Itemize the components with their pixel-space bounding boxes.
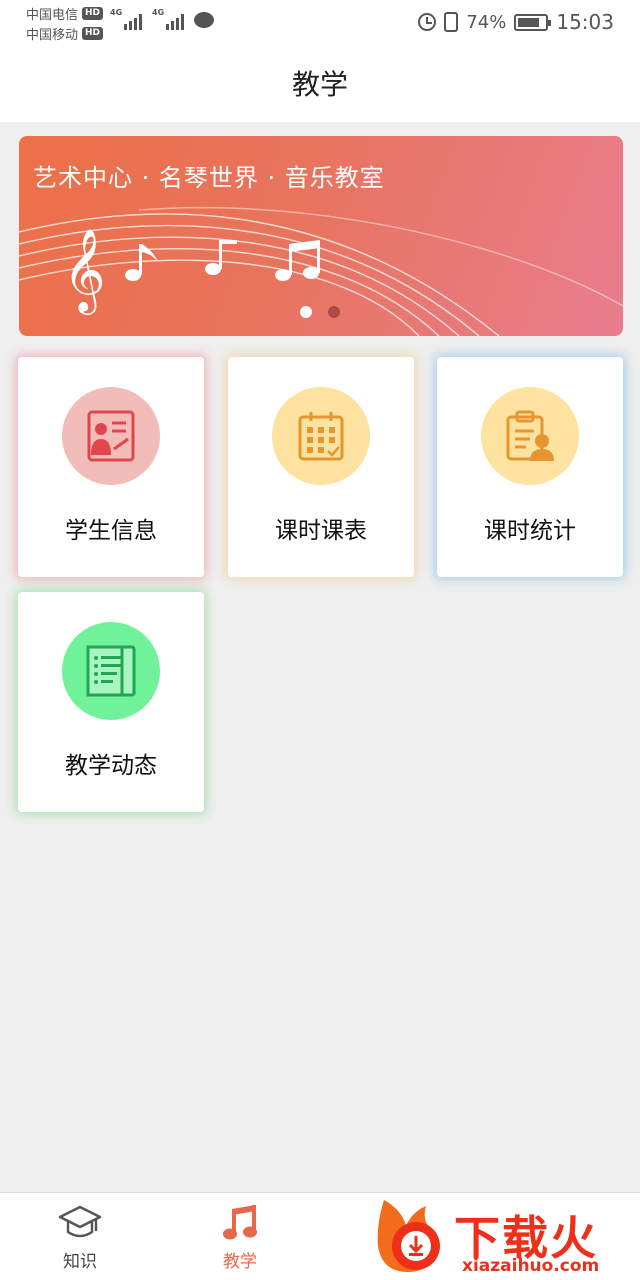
class-schedule-card[interactable]: 课时课表 — [228, 357, 414, 577]
nav-label-teaching: 教学 — [223, 1252, 257, 1272]
signal-2-icon: 4G — [152, 8, 184, 30]
carrier-1: 中国电信 — [26, 7, 79, 23]
flame-logo-icon — [377, 1200, 440, 1272]
student-info-label: 学生信息 — [65, 518, 157, 544]
watermark-url: xiazaihuo.com — [462, 1256, 600, 1276]
chat-notification-icon — [194, 12, 214, 28]
teaching-news-icon-circle — [62, 622, 160, 720]
student-info-card[interactable]: 学生信息 — [18, 357, 204, 577]
graduation-cap-icon — [58, 1203, 102, 1243]
hd-badge-2: HD — [82, 26, 104, 40]
student-info-icon-circle — [62, 387, 160, 485]
teaching-news-card[interactable]: 教学动态 — [18, 592, 204, 812]
calendar-icon — [298, 412, 344, 461]
status-right: 74% 15:03 — [418, 8, 614, 36]
banner-text: 艺术中心 · 名琴世界 · 音乐教室 — [33, 164, 385, 192]
banner-carousel[interactable]: 𝄞 艺术中心 · 名琴世界 · 音乐教室 — [19, 136, 623, 336]
signal-indicators: 4G 4G — [110, 8, 214, 30]
watermark: 下载火 xiazaihuo.com — [376, 1196, 640, 1280]
carousel-dots — [300, 306, 340, 318]
treble-clef-icon: 𝄞 — [63, 227, 106, 315]
battery-icon — [514, 13, 552, 31]
status-bar: 中国电信 HD 中国移动 HD 4G 4G 74% 15:03 — [0, 0, 640, 44]
nav-item-knowledge[interactable]: 知识 — [30, 1193, 130, 1280]
class-schedule-label: 课时课表 — [275, 518, 367, 544]
hd-badge-1: HD — [82, 6, 104, 20]
carousel-dot-2[interactable] — [328, 306, 340, 318]
alarm-icon — [418, 13, 437, 31]
class-statistics-icon-circle — [481, 387, 579, 485]
page-title: 教学 — [291, 68, 348, 101]
carousel-dot-1[interactable] — [300, 306, 312, 318]
network-type-2: 4G — [152, 8, 165, 17]
document-list-icon — [86, 645, 136, 697]
battery-percent: 74% — [466, 11, 507, 33]
carrier-info: 中国电信 HD 中国移动 HD — [26, 3, 104, 43]
nav-label-knowledge: 知识 — [63, 1252, 97, 1272]
class-statistics-label: 课时统计 — [484, 518, 576, 544]
vibrate-icon — [444, 12, 459, 32]
teaching-news-label: 教学动态 — [65, 753, 157, 779]
carrier-2: 中国移动 — [26, 27, 79, 43]
student-info-icon — [87, 410, 135, 462]
clipboard-person-icon — [506, 410, 554, 461]
signal-1-icon: 4G — [110, 8, 142, 30]
page-header: 教学 — [0, 44, 640, 122]
nav-item-teaching[interactable]: 教学 — [190, 1193, 290, 1280]
clock: 15:03 — [556, 10, 614, 34]
network-type-1: 4G — [110, 8, 123, 17]
class-schedule-icon-circle — [272, 387, 370, 485]
music-note-icon — [220, 1203, 260, 1243]
class-statistics-card[interactable]: 课时统计 — [437, 357, 623, 577]
